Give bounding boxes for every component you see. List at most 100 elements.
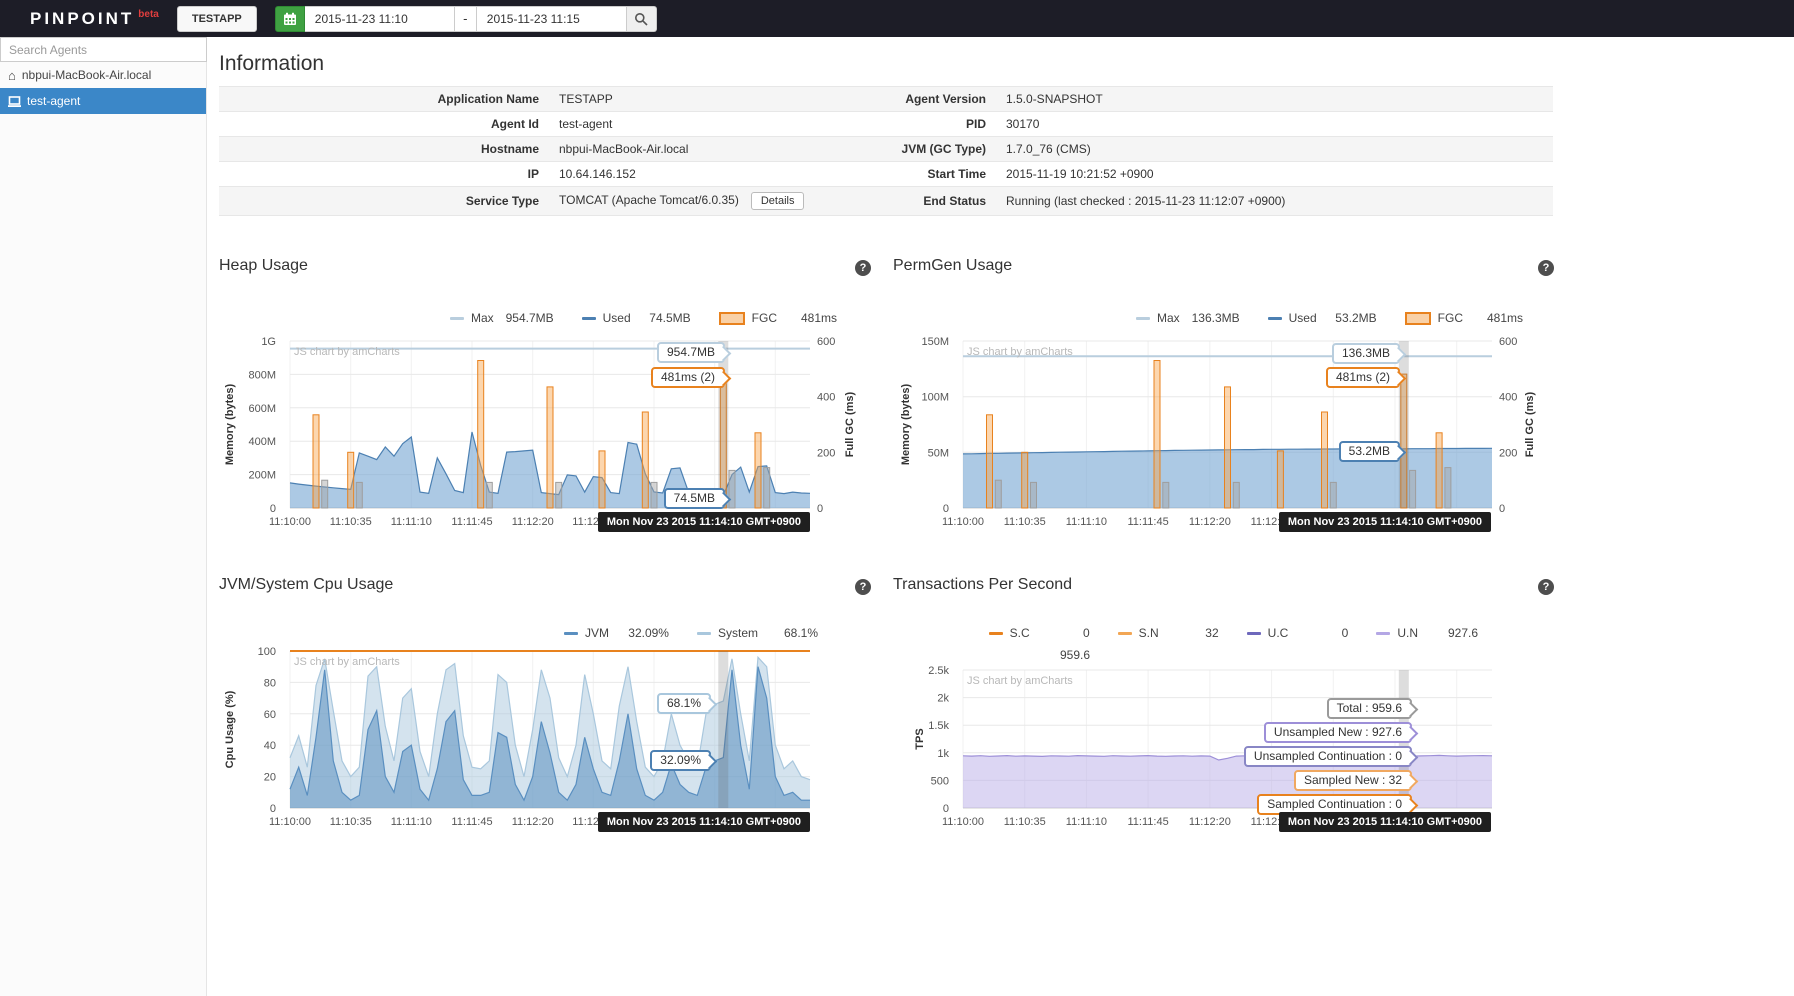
legend-label: FGC (1437, 311, 1463, 325)
x-axis-tick-label: 11:11:10 (1066, 816, 1107, 828)
chart-balloon: Sampled New : 32 (1293, 770, 1412, 791)
details-button[interactable]: Details (750, 192, 805, 210)
cpu-help-icon[interactable]: ? (855, 579, 871, 595)
legend-item[interactable]: System 68.1% (696, 626, 818, 640)
cursor-band (1398, 341, 1409, 508)
x-axis-tick-label: 11:11:45 (1128, 816, 1169, 828)
info-value-text: 1.7.0_76 (CMS) (1006, 142, 1091, 156)
cpu-usage-title: JVM/System Cpu Usage (219, 576, 394, 593)
info-value: TESTAPP (549, 87, 776, 112)
legend-line-swatch (449, 316, 464, 320)
agent-info-table: Application Name TESTAPP Agent Version 1.5.… (219, 86, 1553, 216)
bar (355, 481, 363, 509)
x-axis-tick-label: 11:11:45 (1128, 516, 1169, 528)
sidebar-agent-item[interactable]: ⌂ nbpui-MacBook-Air.local (0, 62, 206, 88)
x-axis-tick-label: 11:10:00 (942, 516, 984, 528)
legend-item[interactable]: U.N 927.6 (1376, 626, 1478, 640)
pinpoint-logo: PINPOINT beta (30, 9, 159, 29)
legend-item[interactable]: FGC 481ms (718, 311, 837, 325)
bar (1329, 481, 1337, 509)
info-row: Service Type TOMCAT (Apache Tomcat/6.0.35… (219, 186, 1553, 216)
calendar-icon (283, 12, 296, 25)
y-axis-tick-label: 1.5k (928, 720, 949, 732)
y-axis-tick-label: 40 (264, 740, 276, 752)
y-axis-tick-label: 0 (270, 503, 276, 515)
legend-value: 74.5MB (649, 311, 691, 325)
heap-usage-chart: Max 954.7MB Used 74.5MB FGC 481ms 0 200M 400M 600… (219, 303, 867, 558)
x-axis-tick-label: 11:11:45 (451, 816, 492, 828)
legend-item[interactable]: FGC 481ms (1404, 311, 1523, 325)
logo-text: PINPOINT (30, 8, 135, 28)
date-from-input[interactable] (304, 5, 455, 32)
legend-line-swatch (581, 316, 596, 320)
beta-badge: beta (138, 8, 159, 20)
legend-item[interactable]: JVM 32.09% (563, 626, 669, 640)
date-to-input[interactable] (476, 5, 627, 32)
legend-item[interactable]: Max 954.7MB (449, 311, 554, 325)
bar (1321, 411, 1328, 509)
y2-axis-tick-label: 200 (1499, 447, 1517, 459)
bar (1276, 450, 1284, 509)
info-table-body: Application Name TESTAPP Agent Version 1.5.… (219, 86, 1553, 216)
bar (728, 469, 736, 509)
x-axis-tick-label: 11:12:20 (1189, 516, 1231, 528)
info-label: Start Time (927, 167, 986, 181)
agent-search-input[interactable] (0, 37, 207, 62)
y-axis-tick-label: 100M (921, 392, 949, 404)
x-axis-tick-label: 11:10:00 (942, 816, 984, 828)
bar (1409, 469, 1417, 509)
legend-label: Max (470, 311, 494, 325)
y-axis-tick-label: 800M (248, 369, 276, 381)
legend-line-swatch (1135, 316, 1150, 320)
chart-balloon: Unsampled New : 927.6 (1263, 722, 1412, 743)
legend-item[interactable]: S.C 0 (988, 626, 1090, 640)
chart-balloon: Total : 959.6 (1326, 698, 1412, 719)
legend-value: 32.09% (628, 626, 669, 640)
x-axis-tick-label: 11:11:10 (391, 516, 432, 528)
bar (1162, 481, 1170, 509)
legend-item[interactable]: Max 136.3MB (1135, 311, 1240, 325)
legend-item[interactable]: U.C 0 (1246, 626, 1348, 640)
agent-label: test-agent (27, 94, 81, 108)
bar (986, 414, 993, 509)
bar (321, 479, 329, 509)
y2-axis-tick-label: 0 (817, 503, 823, 515)
y-axis-tick-label: 60 (264, 709, 276, 721)
cursor-time-tooltip: Mon Nov 23 2015 11:14:10 GMT+0900 (597, 812, 810, 832)
legend-label: Used (1288, 311, 1317, 325)
agent-sidebar: ⌂ nbpui-MacBook-Air.local test-agent (0, 37, 207, 996)
info-row: IP 10.64.146.152 Start Time 2015-11-19 10:2… (219, 161, 1553, 187)
x-axis-tick-label: 11:11:45 (451, 516, 492, 528)
y-axis-tick-label: 600M (248, 403, 276, 415)
heap-help-icon[interactable]: ? (855, 260, 871, 276)
permgen-help-icon[interactable]: ? (1538, 260, 1554, 276)
legend-item[interactable]: Used 53.2MB (1267, 311, 1377, 325)
bar (1232, 481, 1240, 509)
top-navbar: PINPOINTbeta TESTAPP - (0, 0, 1794, 37)
cpu-plot-svg[interactable]: 0 20 40 60 80 100 11:10:00 11:10:35 11:11:10 11:1… (219, 618, 867, 873)
tps-help-icon[interactable]: ? (1538, 579, 1554, 595)
y-axis-tick-label: 0 (943, 503, 949, 515)
info-value-text: Running (last checked : 2015-11-23 11:12… (1006, 194, 1286, 208)
legend-item[interactable]: S.N 32 (1117, 626, 1219, 640)
bar (1153, 360, 1161, 509)
date-search-button[interactable] (626, 5, 657, 32)
tps-chart: S.C 0 S.N 32 U.C 0 U.N 927.6 959.6 0 500 1k 1.5k 2k 2.… (893, 618, 1548, 878)
y-axis-tick-label: 80 (264, 677, 276, 689)
legend-item[interactable]: Used 74.5MB (581, 311, 691, 325)
y-axis-tick-label: 150M (921, 336, 949, 348)
chart-legend: Max 136.3MB Used 53.2MB FGC 481ms (1108, 311, 1523, 325)
info-row: Agent Id test-agent PID 30170 (219, 111, 1553, 137)
y-axis-tick-label: 50M (928, 447, 949, 459)
y-axis-tick-label: 1G (261, 336, 276, 348)
application-button[interactable]: TESTAPP (176, 5, 257, 32)
y-axis-tick-label: 0 (270, 803, 276, 815)
x-axis-tick-label: 11:12:20 (512, 816, 554, 828)
tps-plot-svg[interactable]: 0 500 1k 1.5k 2k 2.5k 11:10:00 11:10:35 11:11:10… (893, 618, 1548, 878)
calendar-button[interactable] (274, 5, 305, 32)
chart-balloon: 481ms (2) (1325, 367, 1400, 388)
info-label: JVM (GC Type) (901, 142, 986, 156)
bar (485, 481, 493, 509)
info-value: 1.5.0-SNAPSHOT (996, 87, 1553, 112)
sidebar-agent-item[interactable]: test-agent (0, 88, 206, 114)
